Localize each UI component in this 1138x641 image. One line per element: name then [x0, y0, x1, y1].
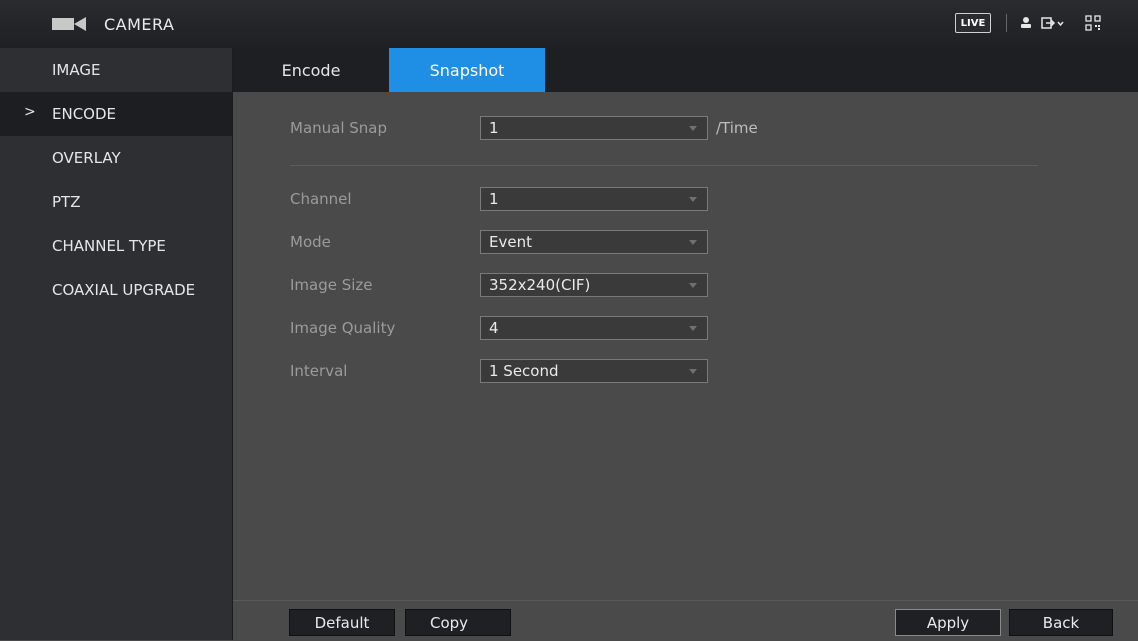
tab-snapshot[interactable]: Snapshot — [389, 48, 545, 92]
manual-snap-unit: /Time — [716, 119, 758, 137]
sidebar-item-label: CHANNEL TYPE — [52, 237, 166, 255]
manual-snap-label: Manual Snap — [290, 119, 388, 137]
image-quality-row: Image Quality 4 — [290, 316, 708, 340]
interval-row: Interval 1 Second — [290, 359, 708, 383]
image-quality-value: 4 — [489, 319, 499, 337]
channel-value: 1 — [489, 190, 499, 208]
back-button[interactable]: Back — [1009, 609, 1113, 636]
sidebar: IMAGE > ENCODE OVERLAY PTZ CHANNEL TYPE … — [0, 48, 233, 640]
top-bar: CAMERA LIVE — [0, 0, 1138, 49]
channel-row: Channel 1 — [290, 187, 708, 211]
sidebar-item-coaxial-upgrade[interactable]: COAXIAL UPGRADE — [0, 268, 232, 312]
image-quality-select[interactable]: 4 — [480, 316, 708, 340]
sidebar-item-label: PTZ — [52, 193, 81, 211]
snapshot-settings-panel: Manual Snap 1 /Time Channel 1 Mode Event… — [233, 92, 1138, 600]
sidebar-item-encode[interactable]: > ENCODE — [0, 92, 232, 136]
live-button[interactable]: LIVE — [955, 13, 991, 33]
mode-value: Event — [489, 233, 532, 251]
interval-label: Interval — [290, 362, 348, 380]
copy-button[interactable]: Copy — [405, 609, 511, 636]
logout-icon[interactable] — [1040, 14, 1066, 32]
divider — [1006, 14, 1007, 32]
chevron-down-icon — [689, 197, 697, 202]
manual-snap-select[interactable]: 1 — [480, 116, 708, 140]
image-size-select[interactable]: 352x240(CIF) — [480, 273, 708, 297]
page-title-area: CAMERA — [52, 0, 174, 48]
action-bar: Default Copy Apply Back — [233, 600, 1138, 641]
sidebar-item-label: COAXIAL UPGRADE — [52, 281, 196, 299]
camera-icon — [52, 13, 90, 35]
image-size-row: Image Size 352x240(CIF) — [290, 273, 708, 297]
channel-label: Channel — [290, 190, 352, 208]
apply-button[interactable]: Apply — [895, 609, 1001, 636]
active-marker-icon: > — [24, 104, 36, 120]
interval-select[interactable]: 1 Second — [480, 359, 708, 383]
chevron-down-icon — [689, 126, 697, 131]
image-size-value: 352x240(CIF) — [489, 276, 591, 294]
qr-code-icon[interactable] — [1084, 14, 1102, 32]
sidebar-item-label: ENCODE — [52, 105, 117, 123]
sidebar-item-label: IMAGE — [52, 61, 101, 79]
image-size-label: Image Size — [290, 276, 373, 294]
manual-snap-value: 1 — [489, 119, 499, 137]
interval-value: 1 Second — [489, 362, 559, 380]
chevron-down-icon — [689, 283, 697, 288]
image-quality-label: Image Quality — [290, 319, 396, 337]
mode-row: Mode Event — [290, 230, 708, 254]
user-icon[interactable] — [1018, 14, 1034, 32]
mode-label: Mode — [290, 233, 331, 251]
sidebar-item-overlay[interactable]: OVERLAY — [0, 136, 232, 180]
channel-select[interactable]: 1 — [480, 187, 708, 211]
manual-snap-row: Manual Snap 1 /Time — [290, 116, 758, 140]
sidebar-item-channel-type[interactable]: CHANNEL TYPE — [0, 224, 232, 268]
chevron-down-icon — [689, 326, 697, 331]
sidebar-item-label: OVERLAY — [52, 149, 121, 167]
mode-select[interactable]: Event — [480, 230, 708, 254]
divider — [290, 165, 1038, 166]
page-title: CAMERA — [104, 14, 175, 34]
default-button[interactable]: Default — [289, 609, 395, 636]
chevron-down-icon — [689, 369, 697, 374]
tab-bar: Encode Snapshot — [233, 48, 1138, 93]
sidebar-item-image[interactable]: IMAGE — [0, 48, 232, 92]
tab-encode[interactable]: Encode — [233, 48, 389, 92]
chevron-down-icon — [689, 240, 697, 245]
sidebar-item-ptz[interactable]: PTZ — [0, 180, 232, 224]
